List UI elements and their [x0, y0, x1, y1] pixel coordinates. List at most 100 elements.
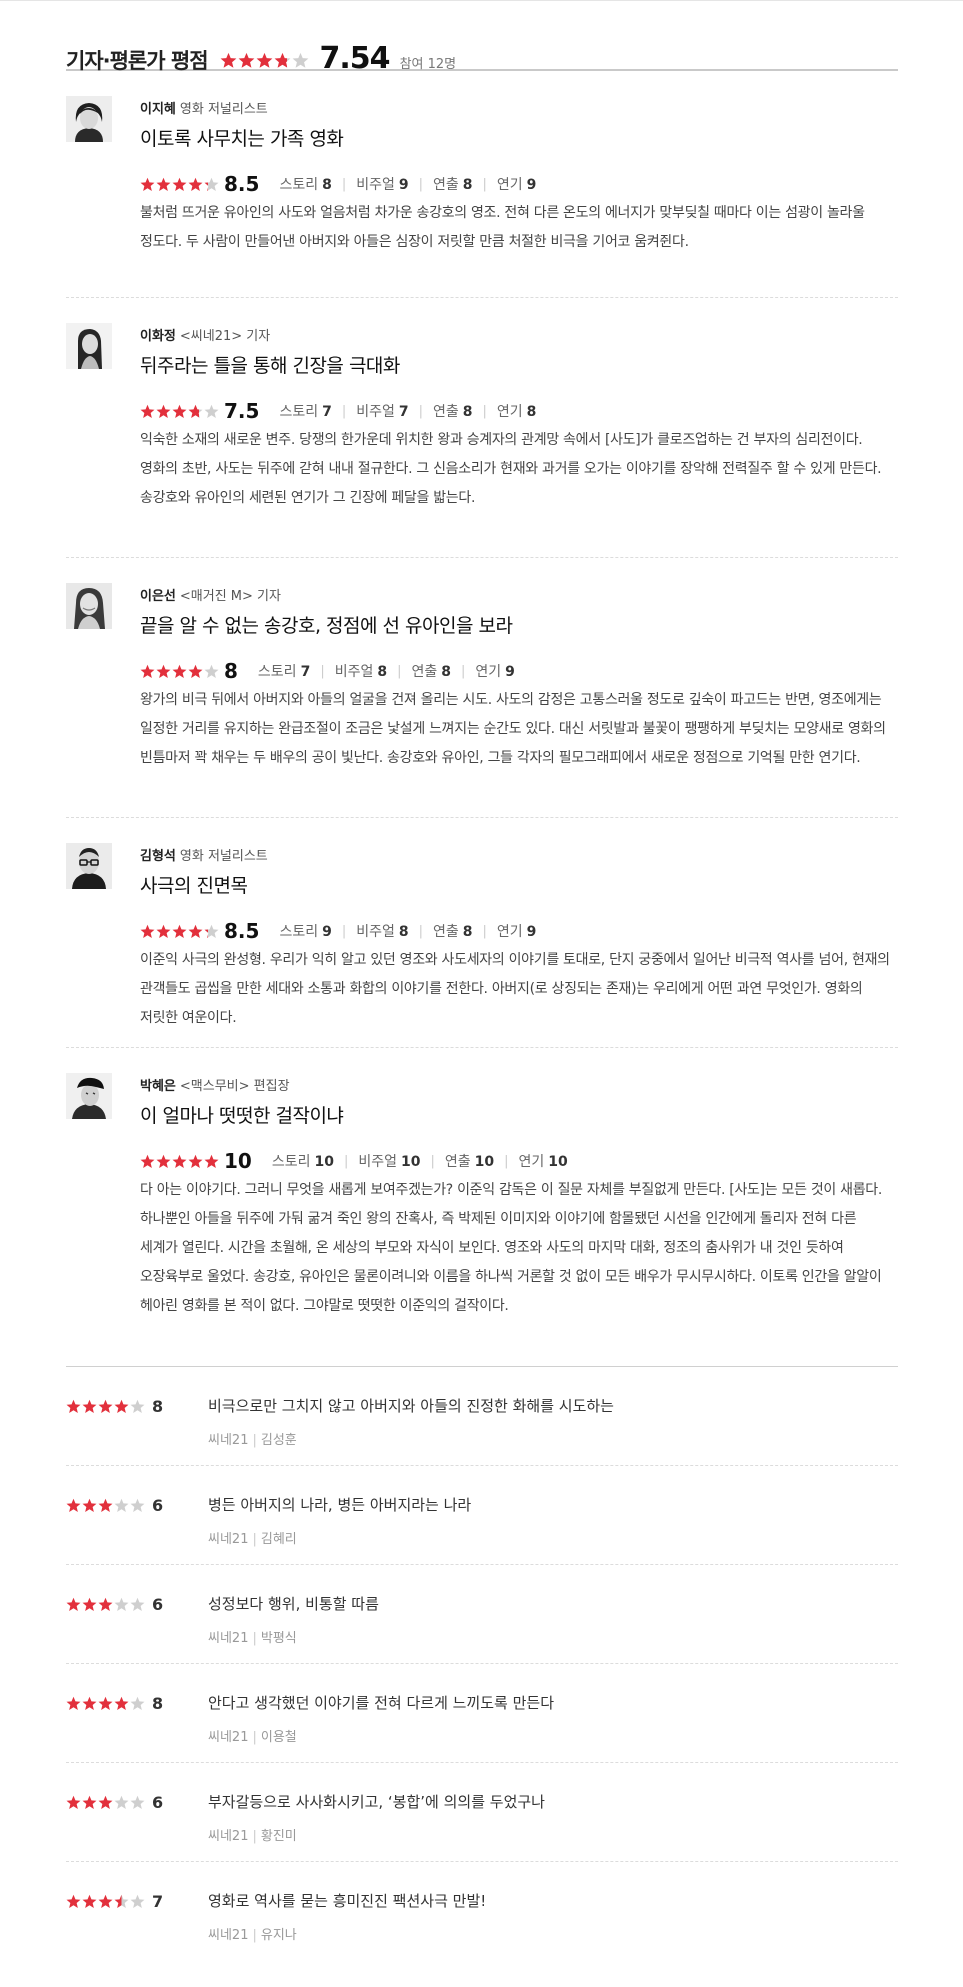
review-comment: 왕가의 비극 뒤에서 아버지와 아들의 얼굴을 건져 올리는 시도. 사도의 감…	[140, 692, 886, 766]
critic-review: 이은선 <매거진 M> 기자 끝을 알 수 없는 송강호, 정점에 선 유아인을 …	[66, 558, 898, 818]
critic-role: <씨네21> 기자	[179, 329, 271, 344]
star-icon	[66, 1696, 81, 1710]
star-icon	[292, 52, 308, 68]
short-review-text: 안다고 생각했던 이야기를 전혀 다르게 느끼도록 만든다	[208, 1694, 555, 1712]
star-icon	[130, 1498, 145, 1512]
short-review: 6 성정보다 행위, 비통할 따름 씨네21 | 박평식	[66, 1565, 898, 1664]
star-icon	[140, 1154, 155, 1168]
critic-review: 이지혜 영화 저널리스트 이토록 사무치는 가족 영화 8.5 스토리 8 | 비주얼…	[66, 71, 898, 298]
short-review-text: 영화로 역사를 묻는 흥미진진 팩션사극 만발!	[208, 1892, 487, 1910]
short-review-text: 부자갈등으로 사사화시키고, ‘봉합’에 의의를 두었구나	[208, 1793, 545, 1811]
critic-name: 이용철	[260, 1730, 297, 1745]
star-icon	[82, 1894, 97, 1908]
star-icon	[172, 1154, 187, 1168]
star-rating	[66, 1597, 146, 1612]
star-icon	[140, 404, 155, 418]
short-review-text: 비극으로만 그치지 않고 아버지와 아들의 진정한 화해를 시도하는	[208, 1397, 614, 1415]
short-review-source: 씨네21 | 박평식	[208, 1631, 297, 1646]
star-icon	[204, 404, 219, 418]
star-icon	[82, 1597, 97, 1611]
sub-score-story: 스토리 7	[279, 404, 332, 420]
review-scoreline: 10 스토리 10 | 비주얼 10 | 연출 10 | 연기 10	[140, 1148, 898, 1174]
critic-name: 황진미	[260, 1829, 297, 1844]
star-icon	[98, 1498, 113, 1512]
short-review: 6 병든 아버지의 나라, 병든 아버지라는 나라 씨네21 | 김혜리	[66, 1466, 898, 1565]
star-icon	[172, 177, 187, 191]
short-review-source: 씨네21 | 김혜리	[208, 1532, 297, 1547]
star-icon	[172, 924, 187, 938]
sub-score-visual: 비주얼 9	[356, 177, 409, 193]
star-icon	[130, 1597, 145, 1611]
review-score: 7.5	[224, 399, 260, 423]
star-icon	[114, 1399, 129, 1413]
section-header: 기자·평론가 평점 7.54 참여 12명	[66, 5, 898, 76]
critic-byline: 이은선 <매거진 M> 기자	[140, 588, 898, 606]
star-rating	[140, 404, 220, 419]
sub-score-story: 스토리 7	[257, 664, 311, 680]
critic-role: 영화 저널리스트	[179, 849, 268, 864]
short-review-score: 8	[152, 1693, 164, 1713]
critic-byline: 이지혜 영화 저널리스트	[140, 101, 898, 119]
review-comment: 불처럼 뜨거운 유아인의 사도와 얼음처럼 차가운 송강호의 영조. 전혀 다른…	[140, 205, 865, 250]
short-review-score: 6	[152, 1495, 164, 1515]
avatar	[66, 96, 112, 142]
review-scoreline: 8 스토리 7 | 비주얼 8 | 연출 8 | 연기 9	[140, 658, 898, 684]
star-icon	[98, 1696, 113, 1710]
star-icon	[156, 924, 171, 938]
star-icon	[188, 404, 203, 418]
star-icon	[114, 1795, 129, 1809]
sub-score-visual: 비주얼 8	[334, 664, 388, 680]
review-scoreline: 8.5 스토리 8 | 비주얼 9 | 연출 8 | 연기 9	[140, 171, 898, 197]
star-icon	[66, 1498, 81, 1512]
star-icon	[66, 1399, 81, 1413]
sub-score-acting: 연기 8	[496, 404, 537, 420]
woman-smiling-icon	[66, 583, 112, 629]
star-icon	[114, 1696, 129, 1710]
review-title: 사극의 진면목	[140, 875, 248, 897]
avatar	[66, 1073, 112, 1119]
star-icon	[188, 1154, 203, 1168]
critic-review: 이화정 <씨네21> 기자 뒤주라는 틀을 통해 긴장을 극대화 7.5 스토리 7…	[66, 298, 898, 558]
woman-long-hair-icon	[66, 323, 112, 369]
review-scoreline: 8.5 스토리 9 | 비주얼 8 | 연출 8 | 연기 9	[140, 918, 898, 944]
sub-score-direction: 연출 8	[411, 664, 451, 680]
avatar	[66, 583, 112, 629]
review-score: 10	[224, 1149, 252, 1173]
star-icon	[256, 52, 272, 68]
star-icon	[114, 1498, 129, 1512]
critic-role: <매거진 M> 기자	[179, 589, 281, 604]
star-icon	[140, 177, 155, 191]
star-rating	[66, 1894, 146, 1909]
short-review-text: 병든 아버지의 나라, 병든 아버지라는 나라	[208, 1496, 472, 1514]
short-review-text: 성정보다 행위, 비통할 따름	[208, 1595, 379, 1613]
star-icon	[204, 177, 219, 191]
star-rating	[66, 1399, 146, 1414]
sub-score-direction: 연출 8	[433, 177, 473, 193]
sub-score-direction: 연출 10	[444, 1154, 495, 1170]
review-comment: 익숙한 소재의 새로운 변주. 당쟁의 한가운데 위치한 왕과 승계자의 관계망…	[140, 432, 882, 506]
star-rating	[140, 177, 220, 192]
star-icon	[82, 1795, 97, 1809]
star-icon	[66, 1795, 81, 1809]
man-glasses-icon	[66, 843, 112, 889]
star-icon	[130, 1399, 145, 1413]
average-star-rating	[220, 52, 310, 69]
star-icon	[98, 1399, 113, 1413]
short-review-score: 6	[152, 1792, 164, 1812]
star-icon	[82, 1498, 97, 1512]
star-icon	[130, 1696, 145, 1710]
short-review-source: 씨네21 | 김성훈	[208, 1433, 297, 1448]
sub-score-story: 스토리 9	[279, 924, 332, 940]
star-icon	[204, 664, 219, 678]
review-title: 이토록 사무치는 가족 영화	[140, 128, 344, 150]
avatar	[66, 843, 112, 889]
critic-name: 김성훈	[260, 1433, 297, 1448]
star-icon	[220, 52, 236, 68]
star-icon	[156, 664, 171, 678]
star-icon	[188, 177, 203, 191]
sub-score-acting: 연기 10	[518, 1154, 568, 1170]
review-comment: 이준익 사극의 완성형. 우리가 익히 알고 있던 영조와 사도세자의 이야기를…	[140, 952, 890, 1026]
sub-score-visual: 비주얼 10	[358, 1154, 421, 1170]
star-icon	[156, 404, 171, 418]
review-score: 8.5	[224, 919, 260, 943]
